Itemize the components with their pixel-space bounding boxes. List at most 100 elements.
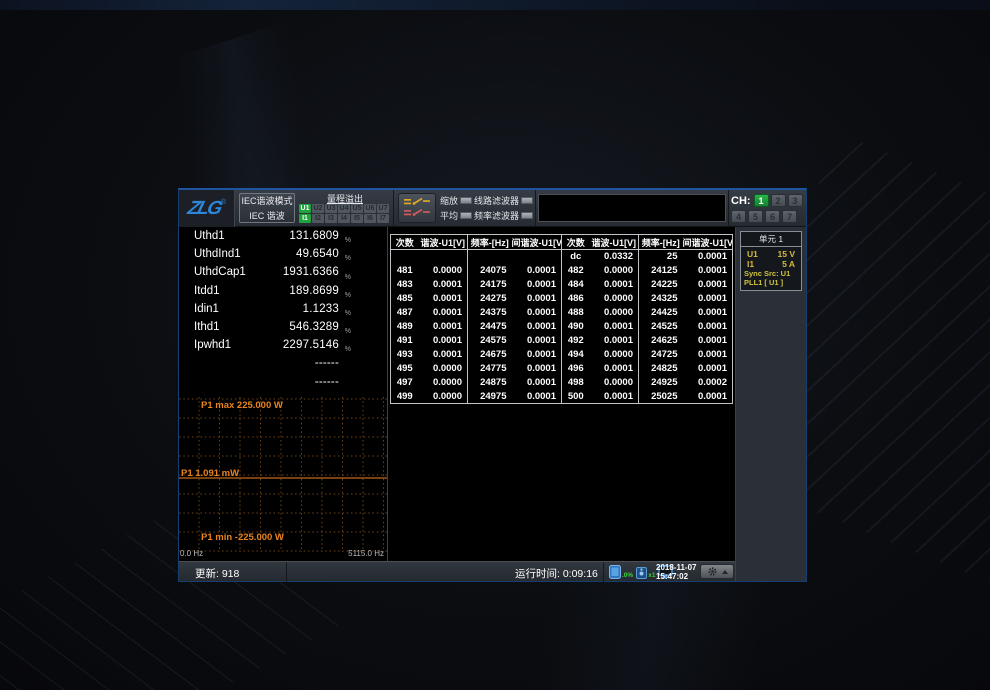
table-cell: 0.0001 bbox=[419, 320, 468, 334]
measurement-unit: % bbox=[345, 310, 351, 317]
iec-mode-button[interactable]: IEC谐波模式 IEC 谐波 bbox=[239, 193, 295, 223]
table-row: 4890.0001244750.00014900.0001245250.0001 bbox=[391, 320, 733, 334]
unit-panel: 单元 1 U1 15 V I1 5 A Sync Src: U1 PLL1 [ … bbox=[735, 227, 806, 581]
table-row: 4950.0000247750.00014960.0001248250.0001 bbox=[391, 362, 733, 376]
table-cell: 24675 bbox=[468, 348, 512, 362]
line-filter-toggle[interactable] bbox=[521, 197, 533, 204]
channel-button-5[interactable]: 5 bbox=[748, 210, 763, 223]
table-cell: 24375 bbox=[468, 306, 512, 320]
background-top-band bbox=[0, 0, 990, 10]
table-cell: 24475 bbox=[468, 320, 512, 334]
table-cell: 483 bbox=[391, 278, 419, 292]
table-cell: 24525 bbox=[639, 320, 683, 334]
usb-drive-icon bbox=[636, 566, 647, 579]
table-cell: 0.0001 bbox=[512, 292, 562, 306]
table-cell: 0.0001 bbox=[683, 320, 733, 334]
cpu-device-icon bbox=[609, 565, 621, 579]
wiring-button[interactable] bbox=[398, 193, 436, 223]
channel-indicator-i3: I3 bbox=[325, 214, 337, 223]
wiring-icon bbox=[403, 196, 431, 220]
table-row: 4910.0001245750.00014920.0001246250.0001 bbox=[391, 334, 733, 348]
panel-divider bbox=[387, 227, 388, 561]
channel-indicator-i2: I2 bbox=[312, 214, 324, 223]
table-cell: 0.0000 bbox=[590, 306, 639, 320]
measurement-label: UthdCap1 bbox=[194, 266, 246, 278]
table-header-cell: 次数 bbox=[391, 235, 419, 250]
channel-button-6[interactable]: 6 bbox=[765, 210, 780, 223]
measurement-unit: % bbox=[345, 346, 351, 353]
channel-button-1[interactable]: 1 bbox=[754, 194, 769, 207]
measurement-label: Uthd1 bbox=[194, 230, 225, 242]
measurement-value: ------ bbox=[194, 357, 339, 369]
measurement-value: ------ bbox=[194, 376, 339, 388]
table-cell: 485 bbox=[391, 292, 419, 306]
table-cell: 0.0001 bbox=[512, 362, 562, 376]
unit-row-u1: U1 15 V bbox=[741, 249, 801, 259]
measurement-unit: % bbox=[345, 237, 351, 244]
table-cell: 25025 bbox=[639, 390, 683, 404]
cpu-usage-badge: .0% bbox=[622, 572, 633, 579]
table-cell: 490 bbox=[562, 320, 590, 334]
measurement-row: ------ bbox=[179, 357, 387, 375]
datetime-display: 2018-11-07 15:47:02 bbox=[656, 563, 696, 581]
table-row: dc0.0332250.0001 bbox=[391, 250, 733, 264]
table-cell: 24275 bbox=[468, 292, 512, 306]
table-cell: 0.0001 bbox=[683, 250, 733, 264]
mode-line-2: IEC 谐波 bbox=[249, 209, 285, 222]
table-cell: 493 bbox=[391, 348, 419, 362]
table-cell: 24725 bbox=[639, 348, 683, 362]
average-filter-toggle[interactable] bbox=[460, 212, 472, 219]
zoom-filter-toggle[interactable] bbox=[460, 197, 472, 204]
header-divider bbox=[535, 190, 536, 227]
status-bar: 更新: 918 运行时间: 0:09:16 .0% x1 bbox=[179, 561, 735, 581]
table-cell: 495 bbox=[391, 362, 419, 376]
header-toolbar: ZLG® IEC谐波模式 IEC 谐波 量程溢出 U1U2U3U4U5U6U7 … bbox=[179, 190, 806, 227]
statusbar-divider bbox=[603, 562, 604, 582]
table-row: 4830.0001241750.00014840.0001242250.0001 bbox=[391, 278, 733, 292]
channel-button-7[interactable]: 7 bbox=[782, 210, 797, 223]
measurement-row: UthdInd149.6540% bbox=[179, 248, 387, 266]
table-cell: 0.0001 bbox=[683, 390, 733, 404]
table-cell: 0.0001 bbox=[512, 348, 562, 362]
table-cell: 24425 bbox=[639, 306, 683, 320]
channel-button-3[interactable]: 3 bbox=[788, 194, 803, 207]
chart-value-label: P1 1.091 mW bbox=[181, 468, 239, 479]
measurement-row: Uthd1131.6809% bbox=[179, 230, 387, 248]
range-overflow-panel: 量程溢出 U1U2U3U4U5U6U7 I1I2I3I4I5I6I7 bbox=[299, 192, 391, 223]
channel-selector: CH: 123 4567 bbox=[731, 193, 805, 225]
ch-button-row-1: 123 bbox=[754, 194, 803, 207]
table-cell: 24325 bbox=[639, 292, 683, 306]
table-cell: 0.0001 bbox=[512, 306, 562, 320]
time-text: 15:47:02 bbox=[656, 572, 696, 581]
table-cell: 484 bbox=[562, 278, 590, 292]
table-row: 4970.0000248750.00014980.0000249250.0002 bbox=[391, 376, 733, 390]
freq-filter-toggle[interactable] bbox=[521, 212, 533, 219]
measurement-label: Itdd1 bbox=[194, 285, 220, 297]
table-cell: 0.0001 bbox=[419, 278, 468, 292]
table-cell: 0.0000 bbox=[419, 376, 468, 390]
measurement-unit: % bbox=[345, 274, 351, 281]
table-cell: 24975 bbox=[468, 390, 512, 404]
channel-selector-label: CH: bbox=[731, 195, 751, 207]
table-header-cell: 谐波-U1[V] bbox=[419, 235, 468, 250]
table-cell: 0.0001 bbox=[590, 390, 639, 404]
table-cell: 0.0001 bbox=[590, 334, 639, 348]
table-cell: 24575 bbox=[468, 334, 512, 348]
channel-indicator-i7: I7 bbox=[377, 214, 389, 223]
settings-button[interactable] bbox=[700, 564, 734, 579]
measurement-row: UthdCap11931.6366% bbox=[179, 266, 387, 284]
mode-line-1: IEC谐波模式 bbox=[241, 194, 292, 207]
table-cell: 0.0001 bbox=[683, 264, 733, 278]
table-cell: 0.0001 bbox=[512, 334, 562, 348]
table-cell: 0.0001 bbox=[512, 390, 562, 404]
table-cell: dc bbox=[562, 250, 590, 264]
statusbar-divider bbox=[286, 562, 287, 582]
channel-button-4[interactable]: 4 bbox=[731, 210, 746, 223]
update-counter: 更新: 918 bbox=[195, 566, 239, 581]
channel-indicator-u7: U7 bbox=[377, 204, 389, 213]
header-divider bbox=[393, 190, 394, 227]
channel-indicator-u6: U6 bbox=[364, 204, 376, 213]
table-cell: 488 bbox=[562, 306, 590, 320]
table-cell: 25 bbox=[639, 250, 683, 264]
channel-button-2[interactable]: 2 bbox=[771, 194, 786, 207]
